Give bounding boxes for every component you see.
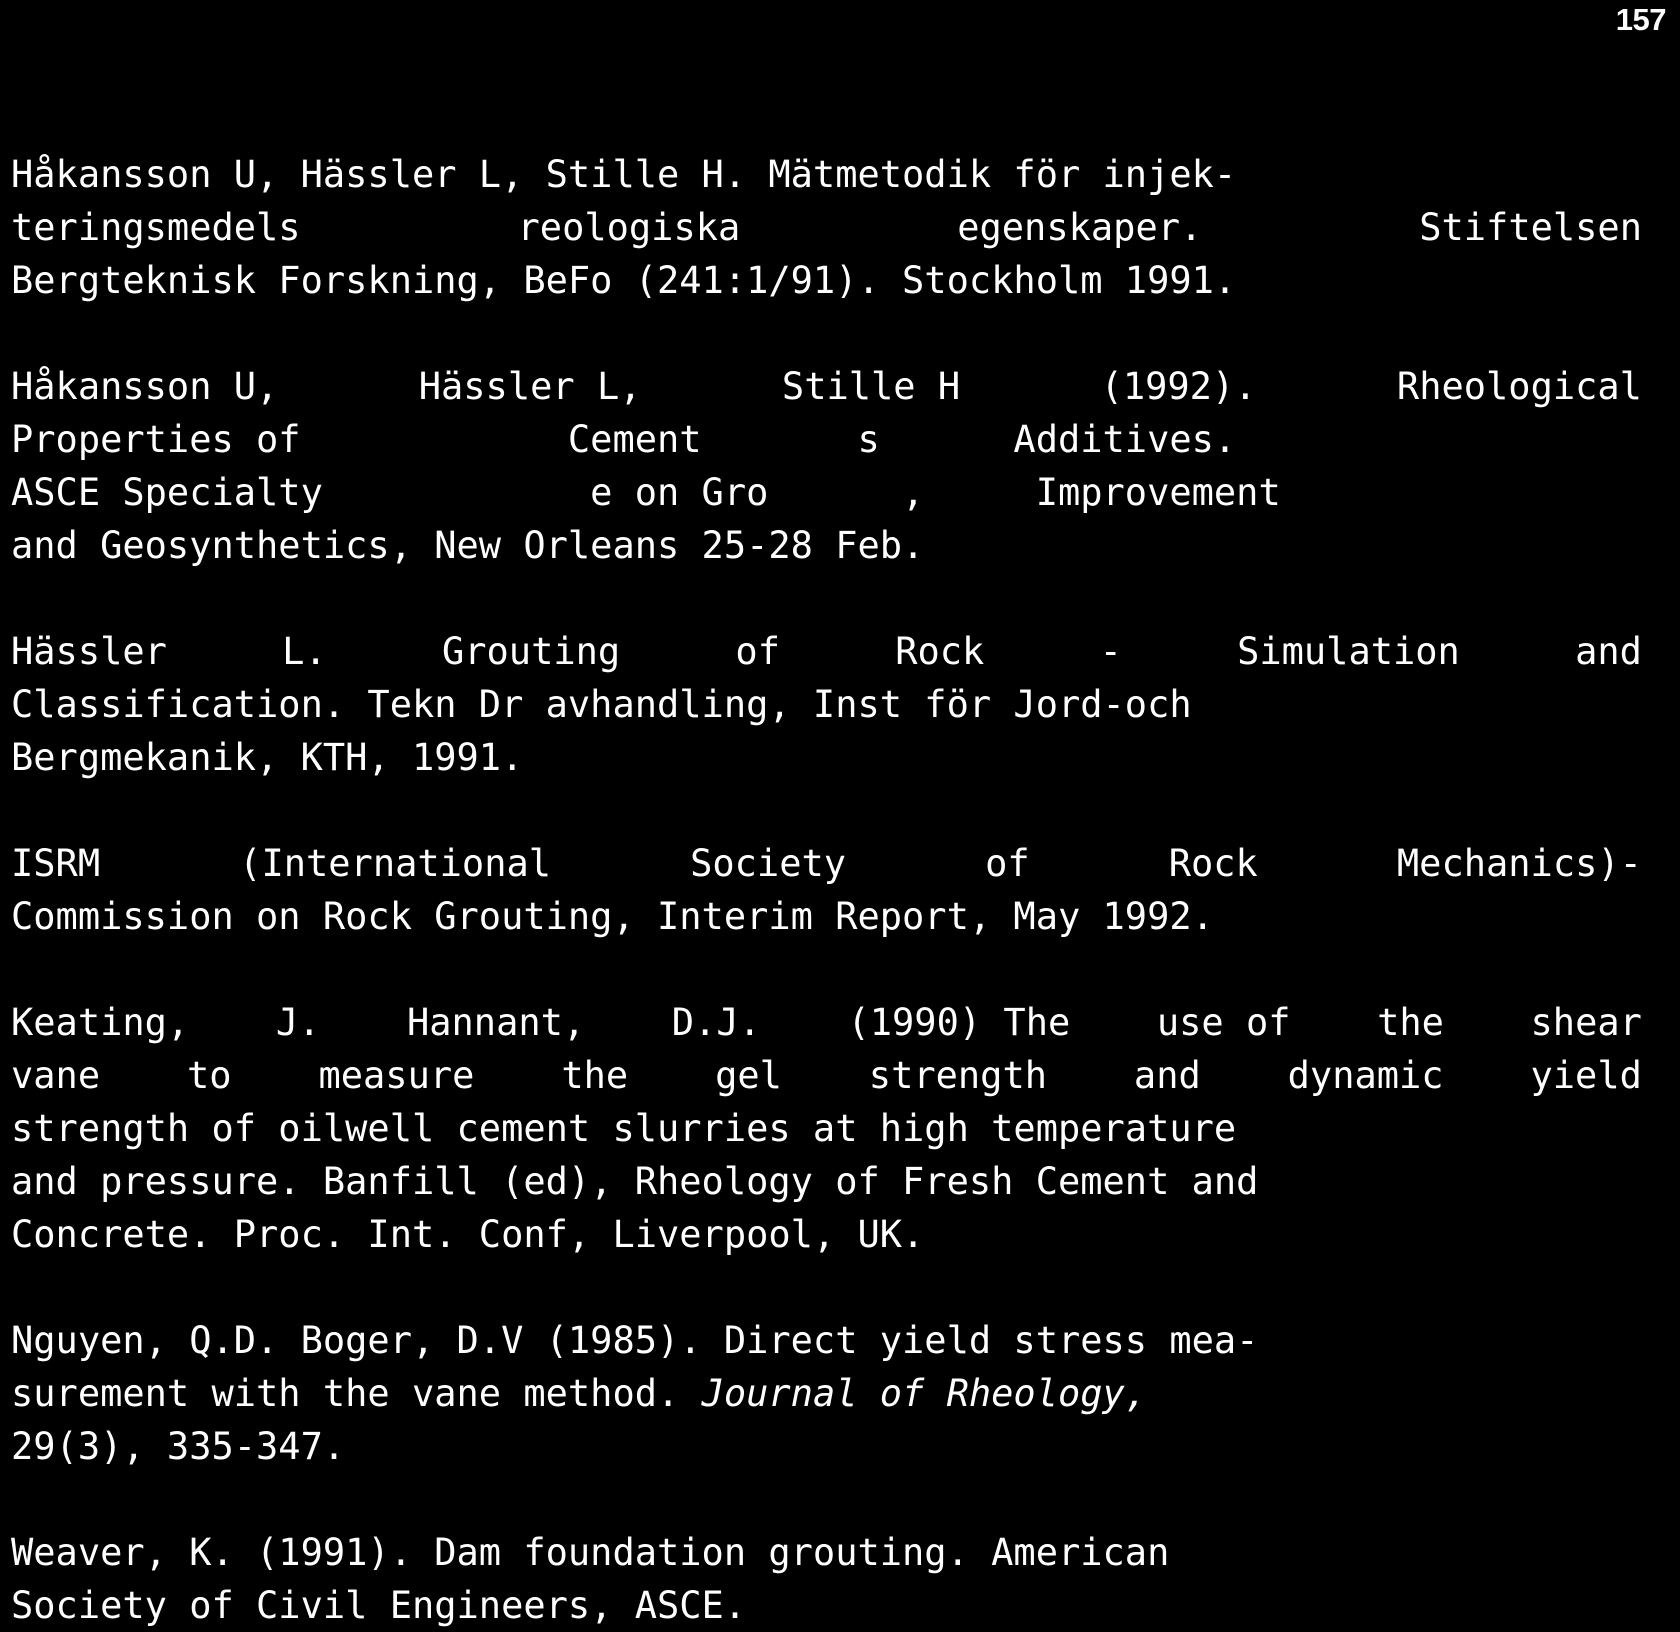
reference-line: Bergmekanik, KTH, 1991.: [11, 736, 524, 779]
reference-line: strength of oilwell cement slurries at h…: [11, 1107, 1237, 1150]
line-word: Hannant,: [406, 1001, 586, 1044]
line-word: vane: [11, 1054, 101, 1097]
reference-entry: Hässler L. Grouting of Rock - Simulation…: [11, 625, 1642, 784]
line-word: (International: [239, 842, 552, 885]
line-word: Simulation: [1237, 630, 1460, 673]
line-word: Keating,: [11, 1001, 190, 1044]
reference-entry: Nguyen, Q.D. Boger, D.V (1985). Direct y…: [11, 1314, 1642, 1473]
reference-line: 29(3), 335-347.: [11, 1425, 346, 1468]
line-word: reologiska: [517, 206, 741, 249]
line-word: Grouting: [441, 630, 621, 673]
reference-line: Properties of Cement s Additives.: [11, 418, 1237, 461]
line-word: the: [1377, 1001, 1444, 1044]
line-word: to: [187, 1054, 232, 1097]
reference-entry: Weaver, K. (1991). Dam foundation grouti…: [11, 1526, 1642, 1632]
reference-line: Hässler L. Grouting of Rock - Simulation…: [11, 625, 1642, 678]
reference-line: Weaver, K. (1991). Dam foundation grouti…: [11, 1531, 1170, 1574]
line-word: (1990) The: [847, 1001, 1071, 1044]
line-word: D.J.: [671, 1001, 761, 1044]
line-word: of: [985, 842, 1030, 885]
line-word: (1992).: [1100, 365, 1257, 408]
line-word: gel: [715, 1054, 782, 1097]
reference-line: Nguyen, Q.D. Boger, D.V (1985). Direct y…: [11, 1319, 1259, 1362]
reference-list: Håkansson U, Hässler L, Stille H. Mätmet…: [11, 148, 1642, 1632]
reference-line: and Geosynthetics, New Orleans 25-28 Feb…: [11, 524, 925, 567]
line-word: Rock: [895, 630, 985, 673]
line-word: ISRM: [11, 842, 101, 885]
reference-entry-damaged: Håkansson U, Hässler L, Stille H (1992).…: [11, 360, 1642, 572]
line-word: Hässler L,: [418, 365, 642, 408]
line-word: teringsmedels: [11, 206, 301, 249]
line-word: the: [561, 1054, 629, 1097]
line-word: Rock: [1168, 842, 1258, 885]
reference-line: Håkansson U, Hässler L, Stille H (1992).…: [11, 360, 1642, 413]
reference-line: teringsmedels reologiska egenskaper. Sti…: [11, 201, 1642, 254]
journal-title-italic: Journal of Rheology,: [701, 1372, 1148, 1415]
page-number: 157: [1615, 2, 1667, 37]
reference-line-text: surement with the vane method.: [11, 1372, 702, 1415]
line-word: Stiftelsen: [1419, 206, 1642, 249]
line-word: Stille H: [781, 365, 961, 408]
line-word: dynamic: [1287, 1054, 1444, 1097]
reference-line: Society of Civil Engineers, ASCE.: [11, 1584, 747, 1627]
reference-line: Håkansson U, Hässler L, Stille H. Mätmet…: [11, 153, 1237, 196]
scanned-page: 157 Håkansson U, Hässler L, Stille H. Mä…: [0, 0, 1680, 1627]
line-word: -: [1099, 630, 1122, 673]
line-word: yield: [1530, 1054, 1642, 1097]
reference-entry: ISRM (International Society of Rock Mech…: [11, 837, 1642, 943]
line-word: Mechanics)-: [1396, 842, 1642, 885]
line-word: strength: [868, 1054, 1048, 1097]
line-word: L.: [282, 630, 327, 673]
reference-line: and pressure. Banfill (ed), Rheology of …: [11, 1160, 1259, 1203]
line-word: and: [1133, 1054, 1201, 1097]
reference-line: ASCE Specialty e on Gro , Improvement: [11, 471, 1281, 514]
line-word: measure: [318, 1054, 475, 1097]
line-word: Hässler: [11, 630, 167, 673]
reference-line: Concrete. Proc. Int. Conf, Liverpool, UK…: [11, 1213, 925, 1256]
reference-entry: Håkansson U, Hässler L, Stille H. Mätmet…: [11, 148, 1642, 307]
reference-line: Bergteknisk Forskning, BeFo (241:1/91). …: [11, 259, 1237, 302]
line-word: shear: [1530, 1001, 1642, 1044]
line-word: Society: [690, 842, 847, 885]
line-word: of: [735, 630, 780, 673]
line-word: egenskaper.: [957, 206, 1203, 249]
reference-line: Commission on Rock Grouting, Interim Rep…: [11, 895, 1214, 938]
reference-line: vane to measure the gel strength and dyn…: [11, 1049, 1642, 1102]
line-word: and: [1575, 630, 1642, 673]
reference-entry: Keating, J. Hannant, D.J. (1990) The use…: [11, 996, 1642, 1261]
reference-line: Classification. Tekn Dr avhandling, Inst…: [11, 683, 1192, 726]
reference-line: Keating, J. Hannant, D.J. (1990) The use…: [11, 996, 1642, 1049]
line-word: J.: [275, 1001, 321, 1044]
line-word: Rheological: [1396, 365, 1642, 408]
reference-line: surement with the vane method. Journal o…: [11, 1367, 1642, 1420]
reference-line: ISRM (International Society of Rock Mech…: [11, 837, 1642, 890]
line-word: Håkansson U,: [11, 365, 279, 408]
line-word: use of: [1156, 1001, 1291, 1044]
